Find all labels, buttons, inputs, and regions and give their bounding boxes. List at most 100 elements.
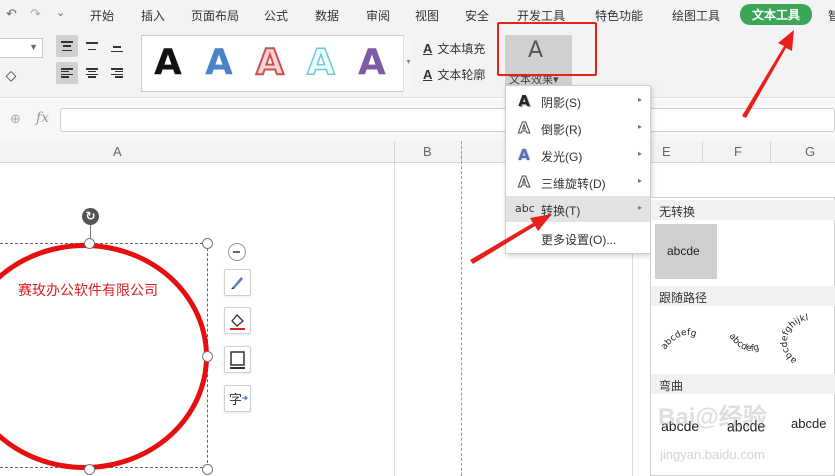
submenu-arrow-icon: ▸ [637,203,642,212]
3d-rotation-icon: A [518,173,531,192]
submenu-arrow-icon: ▸ [637,149,642,158]
watermark-url: jingyan.baidu.com [660,447,765,462]
svg-text:字: 字 [229,393,242,408]
align-bottom-icon[interactable] [106,35,128,57]
clear-format-icon[interactable]: ◇ [0,64,22,86]
menu-item-label: 倒影(R) [541,123,582,137]
tab-page-layout[interactable]: 页面布局 [191,7,239,24]
align-middle-icon[interactable] [81,35,103,57]
column-header-f[interactable]: F [734,144,742,159]
redo-icon[interactable]: ↷ [30,6,41,22]
transform-submenu: 无转换 abcde 跟随路径 abcdefg abcdefg abcdefghi… [650,197,835,476]
menu-bar: ↶ ↷ ⌄ 开始 插入 页面布局 公式 数据 审阅 视图 安全 开发工具 特色功… [0,0,835,30]
zoom-icon[interactable]: ⊕ [10,111,21,127]
customize-quick-access-icon[interactable]: ⌄ [56,6,65,19]
text-outline-label: 文本轮廓 [437,68,486,82]
tab-security[interactable]: 安全 [465,7,489,24]
menu-item-label: 三维旋转(D) [541,177,606,191]
gallery-more-icon[interactable]: ▾ [403,35,413,92]
fx-icon[interactable]: fx [36,110,49,126]
shape-text[interactable]: 赛玫办公软件有限公司 [18,281,158,299]
resize-handle[interactable] [202,464,213,475]
menu-item-shadow[interactable]: A 阴影(S) ▸ [506,88,650,114]
tab-text-tools[interactable]: 文本工具 [740,4,813,25]
column-header-b[interactable]: B [423,144,432,159]
column-header: A B E F G [0,141,835,163]
collapse-toolbar-icon[interactable] [228,243,246,261]
resize-handle[interactable] [202,351,213,362]
shape-outline-button[interactable] [224,346,251,373]
tab-special-features[interactable]: 特色功能 [595,7,643,24]
text-wrap-button[interactable]: 字 [224,385,251,412]
tab-data[interactable]: 数据 [315,7,339,24]
warp-option[interactable]: abcde [791,416,826,431]
align-top-icon[interactable] [56,35,78,57]
font-size-select[interactable]: ▼ [0,38,43,58]
resize-handle[interactable] [202,238,213,249]
align-right-icon[interactable] [106,62,128,84]
wordart-style-gallery[interactable]: A A A A A [141,35,413,92]
wordart-style-red-outline[interactable]: A [255,41,285,84]
column-header-e[interactable]: E [662,144,671,159]
menu-item-label: 更多设置(O)... [541,233,617,247]
menu-item-label: 发光(G) [541,150,583,164]
tab-overflow[interactable]: 智 [828,7,835,24]
column-header-g[interactable]: G [805,144,815,159]
align-center-icon[interactable] [81,62,103,84]
menu-item-label: 阴影(S) [541,96,581,110]
wordart-style-blue[interactable]: A [205,42,233,83]
section-header-warp: 弯曲 [651,374,835,394]
text-effect-menu: A 阴影(S) ▸ A 倒影(R) ▸ A 发光(G) ▸ A 三维旋转(D) … [505,85,651,254]
tab-drawing-tools[interactable]: 绘图工具 [672,7,720,24]
outline-icon [230,351,245,369]
menu-item-more-settings[interactable]: 更多设置(O)... [506,225,650,251]
ribbon: ▼ ◇ ⌟ A A A A A ▾ A文本填充 A文本轮廓 A 文本效果▾ [0,30,835,125]
tab-formulas[interactable]: 公式 [264,7,288,24]
formula-bar: ⊕ fx [0,99,835,141]
tab-insert[interactable]: 插入 [141,7,165,24]
rotate-handle-icon[interactable]: ↻ [82,208,99,225]
text-fill-button[interactable]: A 文本填充 [423,40,485,57]
column-header-a[interactable]: A [113,144,122,159]
shape-fill-button[interactable] [224,307,251,334]
menu-item-3d-rotation[interactable]: A 三维旋转(D) ▸ [506,169,650,195]
undo-icon[interactable]: ↶ [6,6,17,22]
section-header-follow-path: 跟随路径 [651,286,835,306]
menu-item-reflection[interactable]: A 倒影(R) ▸ [506,115,650,141]
submenu-arrow-icon: ▸ [637,122,642,131]
path-arch-up-option[interactable]: abcdefg [660,328,698,352]
tab-home[interactable]: 开始 [90,7,114,24]
shadow-icon: A [518,92,530,110]
wordart-style-purple[interactable]: A [358,42,386,83]
path-arch-down-option[interactable]: abcdefg [727,332,761,354]
tab-review[interactable]: 审阅 [366,7,390,24]
wordart-style-black[interactable]: A [154,42,182,83]
text-fill-icon: A [423,41,433,56]
page-break-line [461,141,462,476]
resize-handle[interactable] [84,464,95,475]
formula-input[interactable] [60,108,835,132]
baidu-watermark-logo: Bai@经验 [658,404,767,431]
glow-icon: A [518,146,530,164]
no-transform-option[interactable]: abcde [655,224,717,279]
menu-item-glow[interactable]: A 发光(G) ▸ [506,142,650,168]
follow-path-samples: abcdefg abcdefg abcdefghijkl [660,313,809,365]
menu-item-transform[interactable]: abc 转换(T) ▸ [506,196,650,222]
highlight-box [497,22,597,76]
shape-style-button[interactable] [224,269,251,296]
brush-icon [231,277,243,289]
tab-view[interactable]: 视图 [415,7,439,24]
wordart-style-cyan-outline[interactable]: A [306,41,335,84]
transform-icon: abc [515,202,535,215]
reflection-icon: A [518,119,531,138]
text-wrap-icon: 字 [229,393,248,408]
section-header-no-transform: 无转换 [651,200,835,220]
text-fill-label: 文本填充 [437,42,486,56]
resize-handle[interactable] [84,238,95,249]
chevron-down-icon: ▼ [29,42,38,52]
text-outline-button[interactable]: A 文本轮廓 [423,66,485,83]
submenu-arrow-icon: ▸ [637,95,642,104]
submenu-arrow-icon: ▸ [637,176,642,185]
path-circle-option[interactable]: abcdefghijkl [780,313,809,365]
align-left-icon[interactable] [56,62,78,84]
